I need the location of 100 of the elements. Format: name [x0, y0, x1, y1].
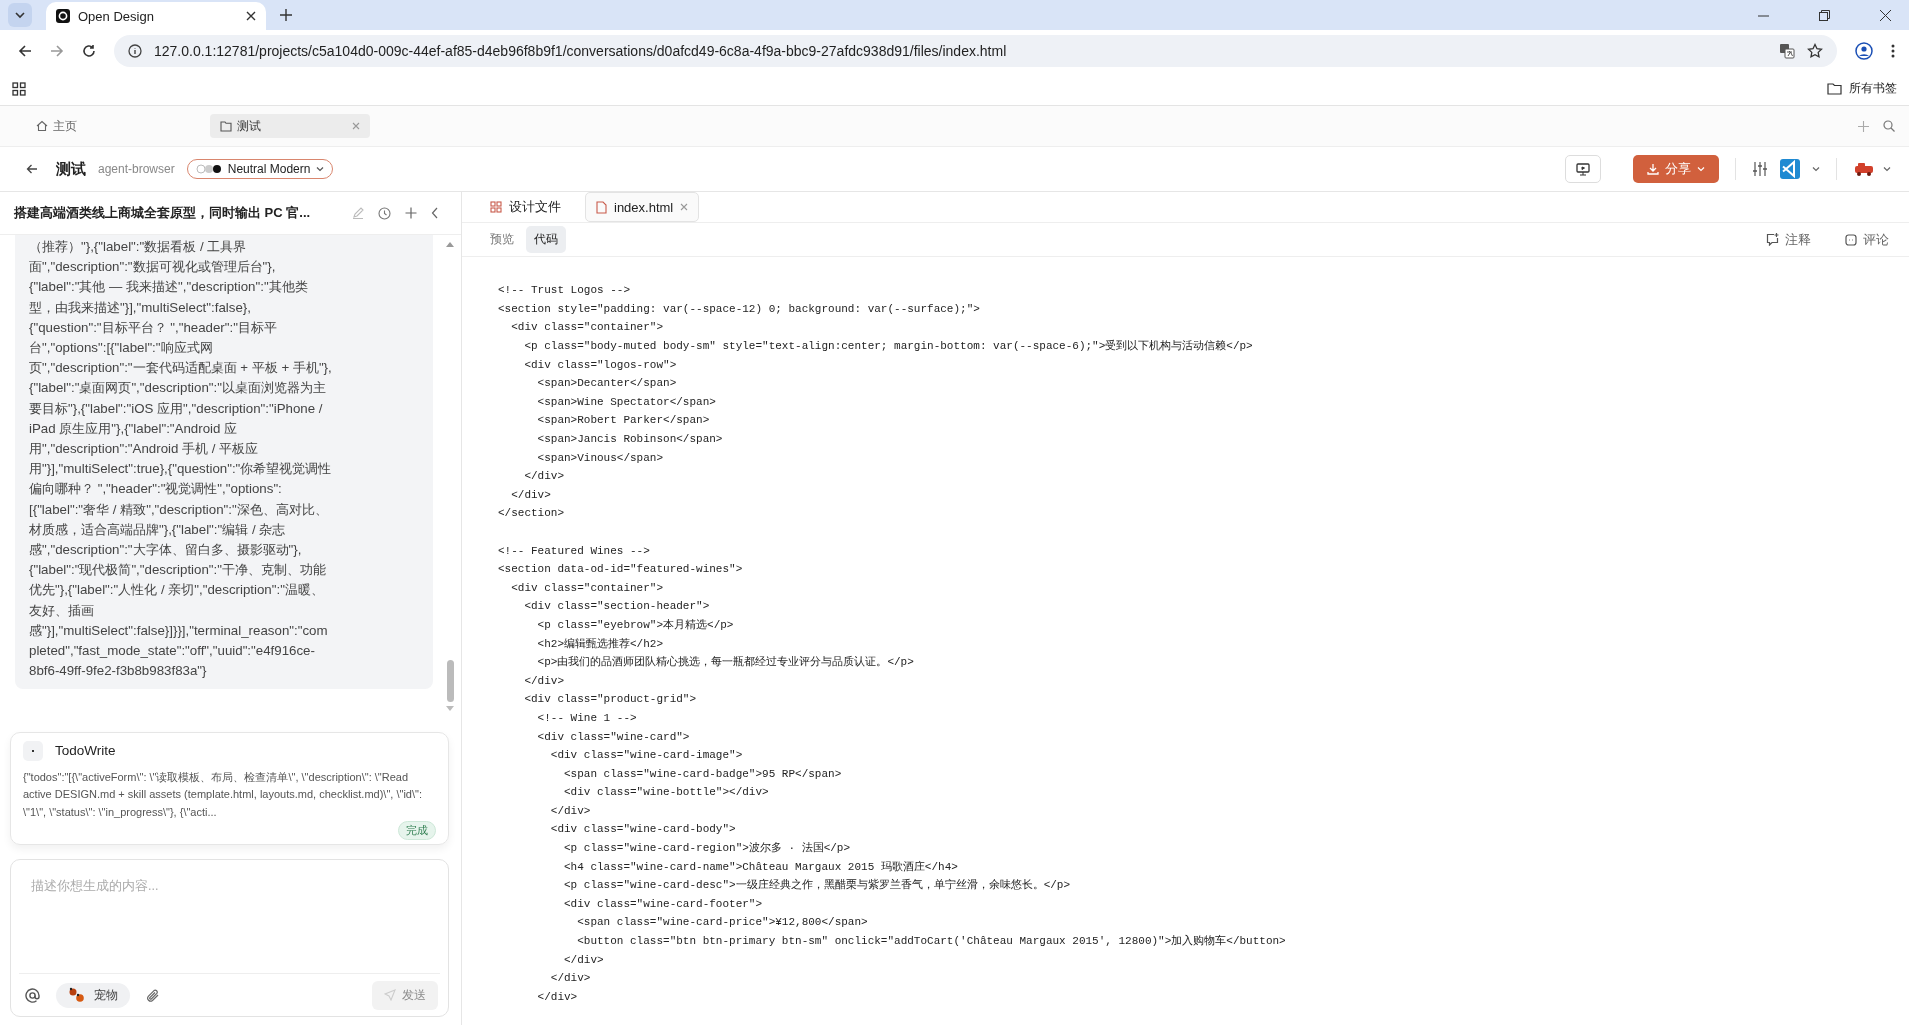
code-line: </div>	[523, 673, 564, 689]
search-icon[interactable]	[1883, 120, 1895, 132]
agent-label: agent-browser	[98, 162, 175, 176]
scroll-up-icon[interactable]	[446, 241, 454, 247]
code-line: </div>	[549, 971, 591, 987]
code-editor-icon[interactable]	[1780, 159, 1800, 179]
pet-button[interactable]	[1853, 162, 1891, 176]
composer[interactable]: 描述你想生成的内容... 宠物 发送	[10, 859, 449, 1017]
app-tab[interactable]: 测试	[210, 114, 370, 138]
tab-list-icon[interactable]	[8, 3, 32, 27]
collapse-icon[interactable]	[431, 207, 439, 219]
code-line: <div class="wine-card-image">	[549, 748, 743, 764]
profile-icon[interactable]	[1855, 42, 1873, 60]
code-line: <!-- Wine 1 -->	[536, 710, 637, 726]
code-line: <section data-od-id="featured-wines">	[498, 562, 743, 578]
message-text: （推荐）"},{"label":"数据看板 / 工具界 面","description":"数据可视化或管理后台"}, {"label":"其他 — 我来描述","description":"其他类 型，由我来描述"}],"multiSelect":false}, {"question":"目标平台？ ","header":"目标平 台","options":[{"label":"响应式网 页","description":"一套代码适配桌面 + 平板 + 手机"}, {"label":"桌面网页","description":"以桌面浏览器为主 要目标"},{"label":"iOS 应用","description":"iPhone / iPad 原生应用"},{"label":"Android 应 用","description":"Android 手机 / 平板应 用"}],"multiSelect":true},{"question":"你希望视觉调性 偏向哪种？ ","header":"视觉调性","options": [{"label":"奢华 / 精致","description":"深色、高对比、 材质感，适合高端品牌"},{"label":"编辑 / 杂志 感","description":"大字体、留白多、摄影驱动"}, {"label":"现代极简","description":"干净、克制、功能 优先"},{"label":"人性化 / 亲切","description":"温暖、 友好、插画 感"}],"multiSelect":false}]}}],"terminal_reason":"com pleted","fast_mode_state":"off","uuid":"e4f916ce- 8bf6-49ff-9fe2-f3b8b983f83a"}	[29, 238, 333, 681]
share-button[interactable]: 分享	[1633, 155, 1719, 183]
sliders-icon[interactable]	[1752, 162, 1768, 176]
code-line: <div class="section-header">	[523, 599, 710, 615]
code-line: <div class="wine-card">	[536, 729, 690, 745]
caret-icon	[1697, 166, 1705, 172]
file-icon	[596, 200, 607, 214]
file-tab[interactable]: index.html	[585, 192, 700, 223]
url-text: 127.0.0.1:12781/projects/c5a104d0-009c-44ef-af85-d4eb96f8b9f1/conversations/d0afcd49-6c8a-4f9a-bbc9-27afdc938d91/files/index.html	[154, 43, 1007, 59]
code-line: <p class="body-muted body-sm" style="text-align:center; margin-bottom: var(--space-6);">受到以下机构与活动信赖</p>	[523, 338, 1253, 355]
status-badge: 完成	[398, 821, 436, 840]
send-icon	[384, 989, 396, 1001]
menu-icon[interactable]	[1891, 44, 1895, 58]
code-line: <section style="padding: var(--space-12) 0; background: var(--surface);">	[498, 301, 980, 317]
present-button[interactable]	[1565, 155, 1601, 183]
code-line: </div>	[563, 952, 604, 968]
code-line: </div>	[510, 487, 551, 503]
code-line: <div class="container">	[510, 320, 664, 336]
history-icon[interactable]	[378, 206, 391, 220]
app-logo-icon	[56, 9, 70, 23]
home-icon	[36, 120, 48, 132]
add-icon[interactable]	[405, 207, 417, 219]
app-tab[interactable]: 主页	[26, 114, 120, 138]
code-line: <div class="wine-card-footer">	[563, 896, 763, 912]
code-line: <div class="wine-card-body">	[549, 822, 736, 838]
folder-icon	[220, 120, 232, 132]
close-icon[interactable]	[1880, 9, 1891, 21]
code-line: <!-- Trust Logos -->	[498, 283, 631, 299]
download-icon	[1647, 163, 1659, 175]
code-line: <div class="wine-bottle"></div>	[563, 785, 769, 801]
caret-icon	[316, 166, 325, 172]
prompt-field[interactable]: 描述你想生成的内容...	[19, 860, 440, 974]
bookmarks-folder[interactable]: 所有书签	[1827, 80, 1897, 97]
address-bar[interactable]: 127.0.0.1:12781/projects/c5a104d0-009c-44ef-af85-d4eb96f8b9f1/conversations/d0afcd49-6c8a-4f9a-bbc9-27afdc938d91/files/index.html	[114, 35, 1837, 67]
attach-icon[interactable]	[146, 987, 160, 1003]
code-line: </section>	[498, 506, 564, 522]
tool-output: {"todos":"[{\"activeForm\": \"读取模板、布局、检查清单\", \"description\": \"Read active DESIGN.md + skill assets (template.html, layouts.md, checklist.md)\", \"id\": \"1\", \"status\": \"in_progress\"}, {\"acti...	[23, 769, 423, 820]
view-action[interactable]: 评论	[1839, 229, 1895, 250]
paw-icon	[68, 987, 86, 1003]
code-line: <div class="container">	[510, 580, 664, 596]
browser-tab[interactable]: Open Design	[46, 2, 266, 30]
code-line: <p>由我们的品酒师团队精心挑选，每一瓶都经过专业评分与品质认证。</p>	[536, 655, 914, 671]
code-line: </div>	[523, 469, 564, 485]
project-title: 测试	[56, 159, 86, 179]
view-tab[interactable]: 预览	[482, 226, 522, 254]
code-line: <!-- Featured Wines -->	[498, 543, 650, 559]
code-line: <span>Vinous</span>	[536, 450, 664, 466]
mention-icon[interactable]	[25, 987, 40, 1003]
info-icon[interactable]	[128, 44, 142, 58]
pet-button[interactable]: 宠物	[56, 982, 130, 1008]
caret-icon	[1883, 166, 1891, 172]
back-icon[interactable]	[26, 163, 38, 175]
code-line: <span>Decanter</span>	[536, 376, 677, 392]
reload-icon[interactable]	[82, 44, 96, 58]
comment-icon	[1845, 233, 1857, 246]
grid-icon	[490, 201, 502, 214]
folder-icon	[1827, 82, 1842, 95]
annotate-icon	[1766, 233, 1779, 247]
apps-grid-icon[interactable]	[12, 81, 26, 96]
code-line: <p class="wine-card-region">波尔多 · 法国</p>	[563, 841, 851, 857]
new-tab-icon[interactable]	[280, 9, 292, 21]
tool-name: TodoWrite	[55, 743, 116, 758]
code-line: <div class="logos-row">	[523, 357, 677, 373]
code-line: <span class="wine-card-price">¥12,800</span>	[576, 915, 868, 931]
forward-icon[interactable]	[50, 44, 64, 58]
code-line: <p class="eyebrow">本月精选</p>	[536, 617, 734, 633]
tool-icon	[23, 740, 43, 761]
code-line: <h2>编辑甄选推荐</h2>	[536, 636, 664, 652]
view-tab[interactable]: 代码	[526, 226, 566, 254]
caret-icon[interactable]	[1812, 166, 1820, 172]
code-line: <p class="wine-card-desc">一级庄经典之作，黑醋栗与紫罗兰香气，单宁丝滑，余味悠长。</p>	[563, 878, 1071, 894]
scrollbar-thumb[interactable]	[446, 659, 454, 702]
translate-icon[interactable]	[1779, 43, 1795, 59]
code-line: <span class="wine-card-badge">95 RP</span>	[563, 766, 842, 782]
code-line: <span>Jancis Robinson</span>	[536, 432, 723, 447]
restore-icon[interactable]	[1819, 9, 1830, 21]
close-icon[interactable]	[246, 11, 256, 21]
code-line: <h4 class="wine-card-name">Château Margaux 2015 玛歌酒庄</h4>	[563, 859, 958, 875]
star-icon[interactable]	[1807, 43, 1823, 59]
back-icon[interactable]	[18, 44, 32, 58]
view-action[interactable]: 注释	[1760, 229, 1817, 250]
file-tab[interactable]: 设计文件	[480, 193, 571, 222]
car-icon	[1853, 162, 1875, 176]
code-line: </div>	[536, 989, 578, 1005]
color-swatch-icon	[195, 164, 222, 174]
